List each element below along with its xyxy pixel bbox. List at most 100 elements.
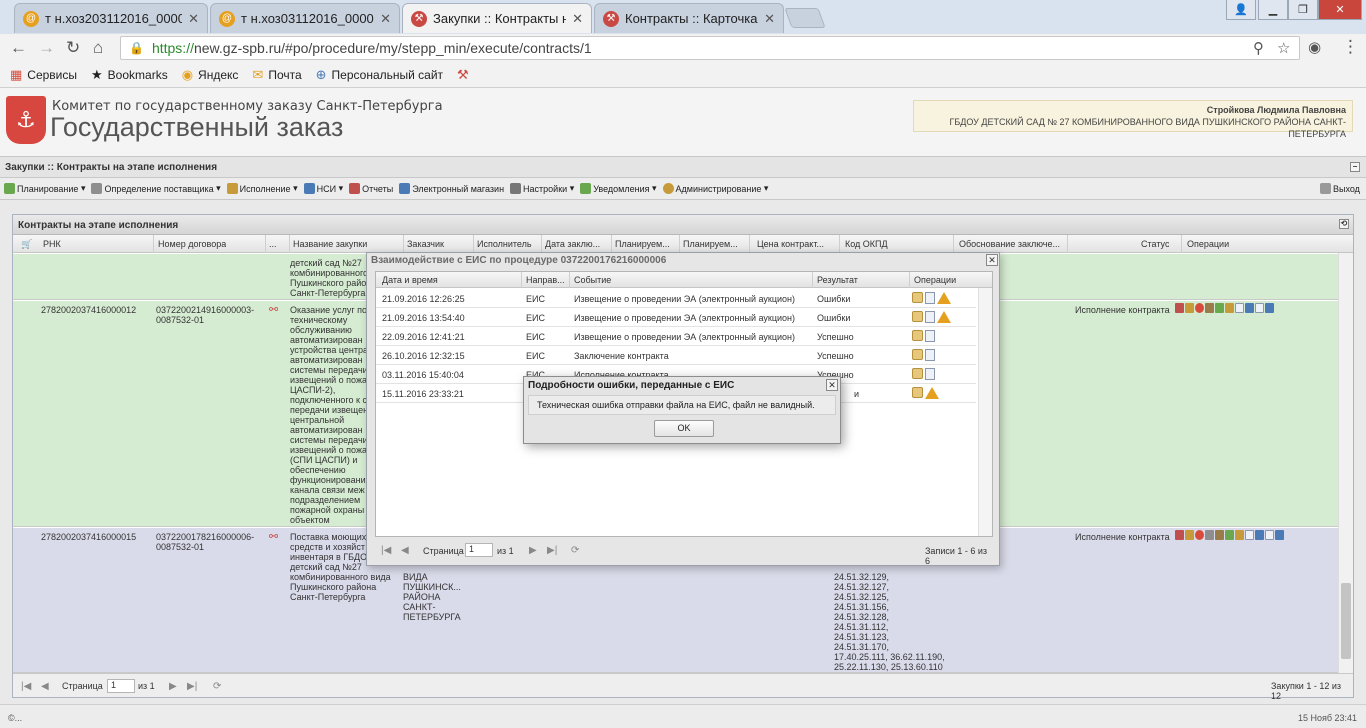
prev-page-icon[interactable]: ◀: [41, 681, 49, 692]
warning-icon[interactable]: [937, 292, 951, 304]
package-icon[interactable]: [912, 330, 923, 341]
dialog-row[interactable]: 21.09.2016 13:54:40 ЕИС Извещение о пров…: [376, 308, 976, 327]
col-customer[interactable]: Заказчик: [407, 239, 444, 249]
profile-icon[interactable]: 👤: [1226, 0, 1256, 20]
next-page-icon[interactable]: ▶: [169, 681, 177, 692]
menu-eshop[interactable]: Электронный магазин: [399, 183, 504, 194]
url-bar[interactable]: 🔒 https:// new.gz-spb.ru /#po/procedure/…: [120, 36, 1300, 60]
dialog-scrollbar[interactable]: [978, 288, 992, 536]
bookmark-bookmarks[interactable]: ★ Bookmarks: [91, 67, 168, 83]
back-arrow-icon[interactable]: ←: [10, 38, 27, 58]
col-datetime[interactable]: Дата и время: [382, 275, 438, 285]
zoom-icon[interactable]: ⚲: [1253, 39, 1264, 57]
execution-icon[interactable]: [1185, 530, 1194, 540]
menu-settings[interactable]: Настройки ▾: [510, 183, 574, 194]
collapse-icon[interactable]: −: [1350, 162, 1360, 172]
minimize-icon[interactable]: ▁: [1258, 0, 1288, 20]
bookmark-hammer[interactable]: ⚒: [457, 67, 474, 83]
chart-icon[interactable]: [1255, 530, 1264, 540]
logout-button[interactable]: Выход: [1320, 183, 1360, 194]
document-icon[interactable]: [1235, 303, 1244, 313]
package-icon[interactable]: [912, 368, 923, 379]
bookmark-services[interactable]: ▦ Сервисы: [10, 67, 77, 83]
col-planned-2[interactable]: Планируем...: [683, 239, 743, 249]
warning-icon[interactable]: [925, 387, 939, 399]
file-icon[interactable]: [1265, 530, 1274, 540]
document-icon[interactable]: [925, 368, 935, 380]
settings-icon[interactable]: [1215, 303, 1224, 313]
book-icon[interactable]: [1225, 303, 1234, 313]
grid-scrollbar[interactable]: [1338, 253, 1353, 673]
chart-icon[interactable]: [1245, 303, 1254, 313]
new-tab-button[interactable]: [784, 8, 826, 28]
document-icon[interactable]: [925, 330, 935, 342]
package-icon[interactable]: [912, 292, 923, 303]
menu-dots-icon[interactable]: ⋮: [1342, 37, 1359, 57]
menu-supplier[interactable]: Определение поставщика ▾: [91, 183, 221, 194]
last-page-icon[interactable]: ▶|: [547, 545, 557, 556]
col-event[interactable]: Событие: [574, 275, 611, 285]
col-conclusion-date[interactable]: Дата заклю...: [545, 239, 605, 249]
stack-icon[interactable]: [1275, 530, 1284, 540]
menu-reports[interactable]: Отчеты: [349, 183, 393, 194]
page-input[interactable]: 1: [107, 679, 135, 693]
close-icon[interactable]: ✕: [986, 254, 998, 266]
browser-tab-4[interactable]: ⚒ Контракты :: Карточка к ✕: [594, 3, 784, 33]
page-input[interactable]: 1: [465, 543, 493, 557]
menu-notifications[interactable]: Уведомления ▾: [580, 183, 657, 194]
document-icon[interactable]: [925, 292, 935, 304]
col-purchase-name[interactable]: Название закупки: [293, 239, 367, 249]
col-planned-1[interactable]: Планируем...: [615, 239, 675, 249]
bookmark-mail[interactable]: ✉ Почта: [252, 67, 301, 83]
report-icon[interactable]: [1175, 303, 1184, 313]
col-operations[interactable]: Операции: [914, 275, 956, 285]
col-more[interactable]: ...: [269, 239, 277, 249]
col-contract-price[interactable]: Цена контракт...: [757, 239, 841, 249]
document-icon[interactable]: [925, 311, 935, 323]
col-status[interactable]: Статус: [1141, 239, 1169, 249]
next-page-icon[interactable]: ▶: [529, 545, 537, 556]
extension-eye-icon[interactable]: ◉: [1308, 38, 1321, 56]
home-icon[interactable]: ⌂: [93, 38, 103, 58]
stop-icon[interactable]: [1195, 530, 1204, 540]
col-operations[interactable]: Операции: [1187, 239, 1229, 249]
scrollbar-thumb[interactable]: [1341, 583, 1351, 659]
bookmark-personal-site[interactable]: ⊕ Персональный сайт: [316, 67, 443, 83]
emblem-icon[interactable]: [1205, 303, 1214, 313]
document-icon[interactable]: [925, 349, 935, 361]
document-icon[interactable]: [1245, 530, 1254, 540]
col-justification[interactable]: Обоснование заключе...: [959, 239, 1069, 249]
refresh-icon[interactable]: ⟳: [571, 545, 579, 556]
package-icon[interactable]: [912, 311, 923, 322]
execution-icon[interactable]: [1185, 303, 1194, 313]
browser-tab-1[interactable]: @ т н.хоз203112016_0000.p ✕: [14, 3, 208, 33]
reload-icon[interactable]: ↻: [66, 38, 80, 58]
report-icon[interactable]: [1175, 530, 1184, 540]
menu-admin[interactable]: Администрирование ▾: [662, 183, 768, 194]
dialog-row[interactable]: 22.09.2016 12:41:21 ЕИС Извещение о пров…: [376, 327, 976, 346]
col-direction[interactable]: Направ...: [526, 275, 565, 285]
col-contractor[interactable]: Исполнитель: [477, 239, 532, 249]
stop-icon[interactable]: [1195, 303, 1204, 313]
ok-button[interactable]: OK: [654, 420, 714, 437]
stack-icon[interactable]: [1265, 303, 1274, 313]
col-contract-number[interactable]: Номер договора: [158, 239, 226, 249]
refresh-icon[interactable]: ⟲: [1339, 219, 1349, 229]
close-tab-icon[interactable]: ✕: [764, 11, 775, 27]
package-icon[interactable]: [912, 349, 923, 360]
window-close-icon[interactable]: ✕: [1318, 0, 1362, 20]
forward-arrow-icon[interactable]: →: [38, 38, 55, 58]
first-page-icon[interactable]: |◀: [21, 681, 31, 692]
link-icon[interactable]: ⚯: [269, 532, 278, 542]
menu-nsi[interactable]: НСИ ▾: [303, 183, 343, 194]
col-okpd[interactable]: Код ОКПД: [845, 239, 888, 249]
scales-icon[interactable]: [1205, 530, 1214, 540]
file-icon[interactable]: [1255, 303, 1264, 313]
col-rnk[interactable]: РНК: [43, 239, 61, 249]
close-tab-icon[interactable]: ✕: [188, 11, 199, 27]
package-icon[interactable]: [912, 387, 923, 398]
emblem-icon[interactable]: [1215, 530, 1224, 540]
prev-page-icon[interactable]: ◀: [401, 545, 409, 556]
close-tab-icon[interactable]: ✕: [572, 11, 583, 27]
col-result[interactable]: Результат: [817, 275, 858, 285]
